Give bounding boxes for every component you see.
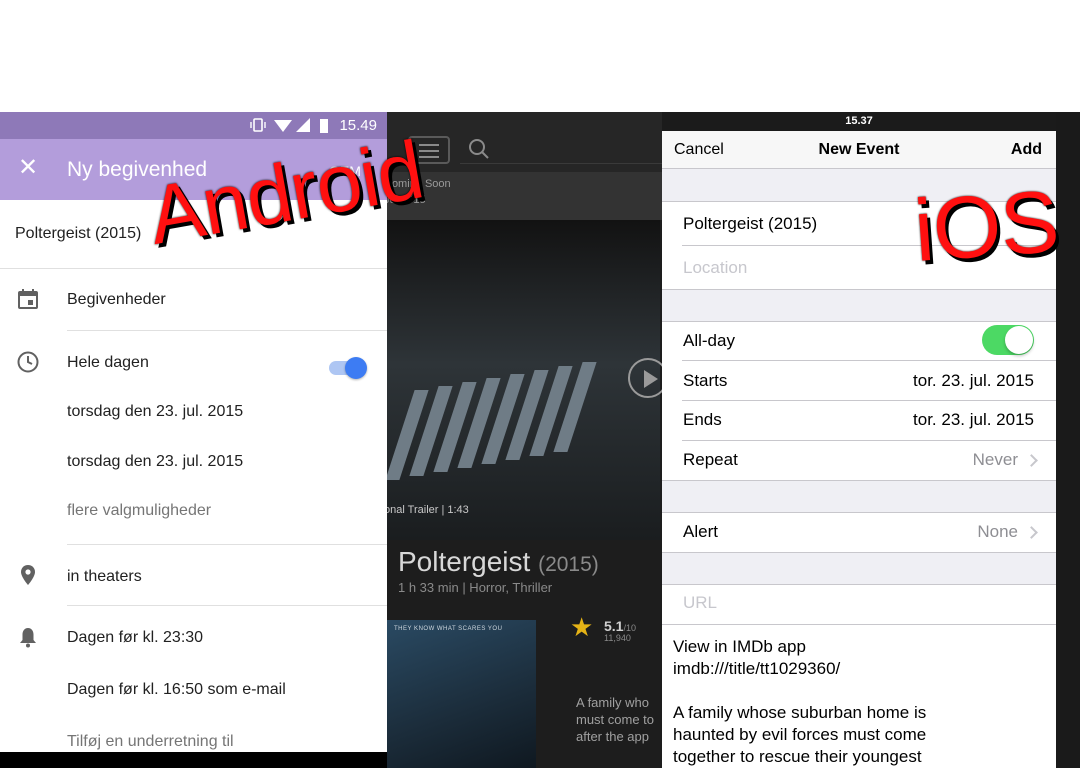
- toggle-knob: [1005, 326, 1033, 354]
- rating-value: 5.1/10: [604, 618, 636, 634]
- movie-poster[interactable]: THEY KNOW WHAT SCARES YOU: [386, 620, 536, 768]
- ends-value[interactable]: tor. 23. jul. 2015: [913, 410, 1034, 430]
- more-options-link[interactable]: flere valgmuligheder: [67, 502, 211, 520]
- comparison-collage: Coming Soon Jul 2015 onal Trailer | 1:43…: [0, 0, 1080, 768]
- plot-line: must come to: [576, 712, 655, 727]
- all-day-label: Hele dagen: [67, 354, 149, 371]
- close-icon[interactable]: ✕: [14, 154, 42, 182]
- separator: [682, 440, 1056, 441]
- rating-votes: 11,940: [604, 633, 631, 643]
- status-icons: [250, 118, 328, 133]
- alert-value[interactable]: None: [977, 522, 1018, 542]
- divider: [67, 605, 387, 606]
- notes-field[interactable]: View in IMDb app imdb:///title/tt1029360…: [673, 636, 926, 768]
- end-date-field[interactable]: torsdag den 23. jul. 2015: [67, 453, 243, 471]
- all-day-toggle[interactable]: [982, 325, 1034, 355]
- calendar-selector[interactable]: Begivenheder: [67, 291, 166, 309]
- ends-label: Ends: [683, 410, 722, 429]
- all-day-label: All-day: [683, 331, 735, 350]
- movie-meta: 1 h 33 min | Horror, Thriller: [398, 580, 553, 595]
- add-button[interactable]: Add: [1011, 141, 1042, 159]
- star-icon: ★: [570, 612, 594, 642]
- ios-overlay-label: iOS: [910, 171, 1062, 281]
- event-title-field[interactable]: Poltergeist (2015): [15, 225, 141, 243]
- all-day-switch[interactable]: [329, 355, 367, 379]
- plot-line: A family who: [576, 695, 649, 710]
- location-pin-icon: [21, 565, 35, 585]
- separator: [682, 360, 1056, 361]
- movie-year: (2015): [538, 553, 599, 576]
- divider: [67, 544, 387, 545]
- notes-line: A family whose suburban home is: [673, 703, 927, 722]
- reminder-item[interactable]: Dagen før kl. 16:50 som e-mail: [67, 681, 286, 699]
- starts-label: Starts: [683, 371, 728, 390]
- movie-title: Poltergeist (2015): [398, 546, 599, 578]
- reminder-item[interactable]: Dagen før kl. 23:30: [67, 629, 203, 647]
- location-field[interactable]: in theaters: [67, 568, 142, 586]
- repeat-value[interactable]: Never: [973, 450, 1018, 470]
- cancel-button[interactable]: Cancel: [674, 141, 724, 159]
- trailer-video[interactable]: [380, 220, 660, 540]
- movie-title-text: Poltergeist: [398, 546, 531, 577]
- background-edge: [1056, 112, 1080, 768]
- notes-line: View in IMDb app: [673, 637, 806, 656]
- notes-line: haunted by evil forces must come: [673, 725, 927, 744]
- calendar-icon: [18, 289, 38, 309]
- trailer-label: onal Trailer | 1:43: [384, 504, 469, 516]
- divider: [67, 330, 387, 331]
- divider: [0, 268, 387, 269]
- plot-line: after the app: [576, 729, 649, 744]
- bell-icon: [20, 628, 36, 648]
- starts-value[interactable]: tor. 23. jul. 2015: [913, 371, 1034, 391]
- poster-tagline: THEY KNOW WHAT SCARES YOU: [394, 626, 503, 632]
- clock-icon: [17, 351, 39, 373]
- repeat-label: Repeat: [683, 450, 738, 469]
- location-field[interactable]: Location: [683, 258, 747, 278]
- separator: [682, 400, 1056, 401]
- event-title-field[interactable]: Poltergeist (2015): [683, 214, 817, 234]
- separator: [662, 624, 1056, 625]
- start-date-field[interactable]: torsdag den 23. jul. 2015: [67, 403, 243, 421]
- alert-label: Alert: [683, 522, 718, 541]
- ios-status-time: 15.37: [845, 115, 873, 127]
- rating-number: 5.1: [604, 618, 624, 634]
- rating-of: /10: [623, 623, 636, 633]
- switch-thumb: [345, 357, 367, 379]
- notes-line: together to rescue their youngest: [673, 747, 922, 766]
- android-nav-bar: [0, 752, 387, 768]
- add-reminder-link[interactable]: Tilføj en underretning til: [67, 733, 234, 751]
- notes-line: [673, 680, 926, 702]
- notes-line: imdb:///title/tt1029360/: [673, 659, 841, 678]
- search-icon[interactable]: [468, 138, 490, 160]
- plot-summary: A family who must come to after the app: [576, 694, 666, 745]
- url-field[interactable]: URL: [683, 593, 717, 613]
